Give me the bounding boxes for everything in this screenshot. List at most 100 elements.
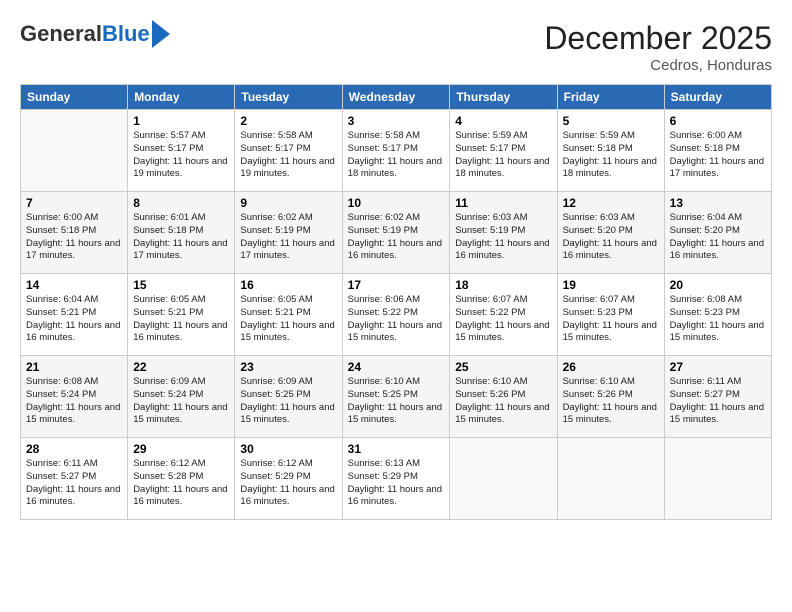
day-info: Sunrise: 5:59 AM Sunset: 5:18 PM Dayligh… <box>563 130 659 181</box>
day-info: Sunrise: 6:10 AM Sunset: 5:25 PM Dayligh… <box>348 376 445 427</box>
day-number: 11 <box>455 196 551 210</box>
calendar-cell: 6 Sunrise: 6:00 AM Sunset: 5:18 PM Daylig… <box>664 110 771 192</box>
day-number: 16 <box>240 278 336 292</box>
day-info: Sunrise: 6:12 AM Sunset: 5:28 PM Dayligh… <box>133 458 229 509</box>
day-info: Sunrise: 6:04 AM Sunset: 5:20 PM Dayligh… <box>670 212 766 263</box>
day-number: 24 <box>348 360 445 374</box>
day-info: Sunrise: 5:58 AM Sunset: 5:17 PM Dayligh… <box>348 130 445 181</box>
day-number: 31 <box>348 442 445 456</box>
col-saturday: Saturday <box>664 85 771 110</box>
day-number: 1 <box>133 114 229 128</box>
day-info: Sunrise: 5:58 AM Sunset: 5:17 PM Dayligh… <box>240 130 336 181</box>
day-number: 27 <box>670 360 766 374</box>
calendar-cell: 9 Sunrise: 6:02 AM Sunset: 5:19 PM Daylig… <box>235 192 342 274</box>
logo: GeneralBlue <box>20 20 170 48</box>
day-number: 20 <box>670 278 766 292</box>
day-info: Sunrise: 6:05 AM Sunset: 5:21 PM Dayligh… <box>133 294 229 345</box>
calendar-row: 21Sunrise: 6:08 AM Sunset: 5:24 PM Dayli… <box>21 356 772 438</box>
calendar-cell: 26 Sunrise: 6:10 AM Sunset: 5:26 PM Dayli… <box>557 356 664 438</box>
calendar-cell: 19 Sunrise: 6:07 AM Sunset: 5:23 PM Dayli… <box>557 274 664 356</box>
month-year: December 2025 <box>544 20 772 57</box>
calendar-cell: 29Sunrise: 6:12 AM Sunset: 5:28 PM Dayli… <box>128 438 235 520</box>
calendar-cell: 13 Sunrise: 6:04 AM Sunset: 5:20 PM Dayli… <box>664 192 771 274</box>
day-number: 12 <box>563 196 659 210</box>
day-number: 2 <box>240 114 336 128</box>
calendar-cell: 5 Sunrise: 5:59 AM Sunset: 5:18 PM Daylig… <box>557 110 664 192</box>
calendar-table: Sunday Monday Tuesday Wednesday Thursday… <box>20 84 772 520</box>
day-number: 4 <box>455 114 551 128</box>
calendar-row: 1 Sunrise: 5:57 AM Sunset: 5:17 PM Daylig… <box>21 110 772 192</box>
calendar-cell: 25 Sunrise: 6:10 AM Sunset: 5:26 PM Dayli… <box>450 356 557 438</box>
day-number: 10 <box>348 196 445 210</box>
header: GeneralBlue December 2025 Cedros, Hondur… <box>20 20 772 74</box>
calendar-header-row: Sunday Monday Tuesday Wednesday Thursday… <box>21 85 772 110</box>
day-number: 14 <box>26 278 122 292</box>
calendar-cell: 23 Sunrise: 6:09 AM Sunset: 5:25 PM Dayli… <box>235 356 342 438</box>
calendar-cell: 7Sunrise: 6:00 AM Sunset: 5:18 PM Daylig… <box>21 192 128 274</box>
day-info: Sunrise: 5:59 AM Sunset: 5:17 PM Dayligh… <box>455 130 551 181</box>
day-number: 28 <box>26 442 122 456</box>
calendar-cell: 18Sunrise: 6:07 AM Sunset: 5:22 PM Dayli… <box>450 274 557 356</box>
day-number: 17 <box>348 278 445 292</box>
calendar-cell: 12 Sunrise: 6:03 AM Sunset: 5:20 PM Dayli… <box>557 192 664 274</box>
day-info: Sunrise: 6:10 AM Sunset: 5:26 PM Dayligh… <box>563 376 659 427</box>
day-info: Sunrise: 6:08 AM Sunset: 5:23 PM Dayligh… <box>670 294 766 345</box>
calendar-cell <box>664 438 771 520</box>
calendar-cell: 8 Sunrise: 6:01 AM Sunset: 5:18 PM Daylig… <box>128 192 235 274</box>
calendar-cell: 31Sunrise: 6:13 AM Sunset: 5:29 PM Dayli… <box>342 438 450 520</box>
calendar-cell: 21Sunrise: 6:08 AM Sunset: 5:24 PM Dayli… <box>21 356 128 438</box>
day-info: Sunrise: 6:09 AM Sunset: 5:24 PM Dayligh… <box>133 376 229 427</box>
day-number: 3 <box>348 114 445 128</box>
calendar-cell: 3 Sunrise: 5:58 AM Sunset: 5:17 PM Daylig… <box>342 110 450 192</box>
day-info: Sunrise: 6:05 AM Sunset: 5:21 PM Dayligh… <box>240 294 336 345</box>
day-info: Sunrise: 6:10 AM Sunset: 5:26 PM Dayligh… <box>455 376 551 427</box>
day-number: 15 <box>133 278 229 292</box>
col-friday: Friday <box>557 85 664 110</box>
calendar-row: 7Sunrise: 6:00 AM Sunset: 5:18 PM Daylig… <box>21 192 772 274</box>
calendar-cell: 4 Sunrise: 5:59 AM Sunset: 5:17 PM Daylig… <box>450 110 557 192</box>
calendar-cell: 20 Sunrise: 6:08 AM Sunset: 5:23 PM Dayli… <box>664 274 771 356</box>
day-number: 26 <box>563 360 659 374</box>
day-info: Sunrise: 6:06 AM Sunset: 5:22 PM Dayligh… <box>348 294 445 345</box>
day-info: Sunrise: 6:11 AM Sunset: 5:27 PM Dayligh… <box>670 376 766 427</box>
calendar-cell: 24 Sunrise: 6:10 AM Sunset: 5:25 PM Dayli… <box>342 356 450 438</box>
calendar-row: 14 Sunrise: 6:04 AM Sunset: 5:21 PM Dayli… <box>21 274 772 356</box>
day-info: Sunrise: 6:00 AM Sunset: 5:18 PM Dayligh… <box>670 130 766 181</box>
day-info: Sunrise: 6:07 AM Sunset: 5:22 PM Dayligh… <box>455 294 551 345</box>
location: Cedros, Honduras <box>544 57 772 74</box>
day-number: 25 <box>455 360 551 374</box>
day-info: Sunrise: 6:02 AM Sunset: 5:19 PM Dayligh… <box>240 212 336 263</box>
calendar-cell: 1 Sunrise: 5:57 AM Sunset: 5:17 PM Daylig… <box>128 110 235 192</box>
day-number: 8 <box>133 196 229 210</box>
day-number: 19 <box>563 278 659 292</box>
day-number: 7 <box>26 196 122 210</box>
page: GeneralBlue December 2025 Cedros, Hondur… <box>0 0 792 612</box>
logo-icon <box>152 20 170 48</box>
calendar-cell: 30 Sunrise: 6:12 AM Sunset: 5:29 PM Dayli… <box>235 438 342 520</box>
calendar-cell: 27 Sunrise: 6:11 AM Sunset: 5:27 PM Dayli… <box>664 356 771 438</box>
day-info: Sunrise: 5:57 AM Sunset: 5:17 PM Dayligh… <box>133 130 229 181</box>
day-number: 30 <box>240 442 336 456</box>
day-info: Sunrise: 6:03 AM Sunset: 5:19 PM Dayligh… <box>455 212 551 263</box>
day-number: 23 <box>240 360 336 374</box>
day-number: 13 <box>670 196 766 210</box>
day-info: Sunrise: 6:09 AM Sunset: 5:25 PM Dayligh… <box>240 376 336 427</box>
day-number: 6 <box>670 114 766 128</box>
day-number: 22 <box>133 360 229 374</box>
col-tuesday: Tuesday <box>235 85 342 110</box>
calendar-cell: 17 Sunrise: 6:06 AM Sunset: 5:22 PM Dayli… <box>342 274 450 356</box>
calendar-cell: 22 Sunrise: 6:09 AM Sunset: 5:24 PM Dayli… <box>128 356 235 438</box>
day-number: 9 <box>240 196 336 210</box>
calendar-cell <box>450 438 557 520</box>
calendar-cell: 15 Sunrise: 6:05 AM Sunset: 5:21 PM Dayli… <box>128 274 235 356</box>
calendar-cell: 10Sunrise: 6:02 AM Sunset: 5:19 PM Dayli… <box>342 192 450 274</box>
day-info: Sunrise: 6:04 AM Sunset: 5:21 PM Dayligh… <box>26 294 122 345</box>
col-sunday: Sunday <box>21 85 128 110</box>
day-info: Sunrise: 6:03 AM Sunset: 5:20 PM Dayligh… <box>563 212 659 263</box>
day-number: 5 <box>563 114 659 128</box>
calendar-cell: 11 Sunrise: 6:03 AM Sunset: 5:19 PM Dayli… <box>450 192 557 274</box>
day-info: Sunrise: 6:01 AM Sunset: 5:18 PM Dayligh… <box>133 212 229 263</box>
day-info: Sunrise: 6:07 AM Sunset: 5:23 PM Dayligh… <box>563 294 659 345</box>
col-wednesday: Wednesday <box>342 85 450 110</box>
day-info: Sunrise: 6:12 AM Sunset: 5:29 PM Dayligh… <box>240 458 336 509</box>
